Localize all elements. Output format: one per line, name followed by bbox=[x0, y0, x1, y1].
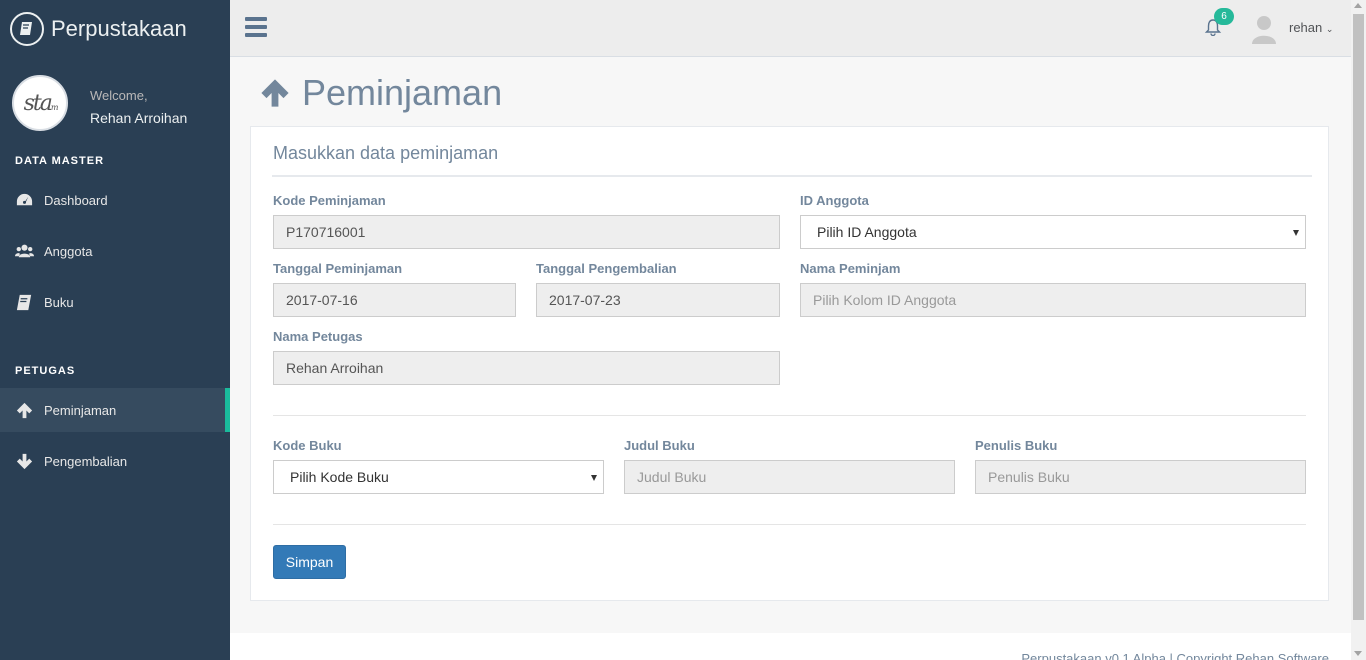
tanggal-peminjaman-field[interactable]: 2017-07-16 bbox=[273, 283, 516, 317]
chevron-down-icon: ⌄ bbox=[1325, 24, 1334, 34]
penulis-buku-field[interactable]: Penulis Buku bbox=[975, 460, 1306, 494]
sidebar-item-label: Anggota bbox=[44, 243, 93, 259]
divider bbox=[273, 524, 1306, 525]
brand[interactable]: Perpustakaan bbox=[0, 0, 230, 57]
section-title-data-master: DATA MASTER bbox=[15, 155, 105, 167]
menu-toggle-icon[interactable] bbox=[245, 17, 267, 41]
nama-petugas-field[interactable]: Rehan Arroihan bbox=[273, 351, 780, 385]
judul-buku-label: Judul Buku bbox=[624, 438, 695, 453]
tanggal-pengembalian-field[interactable]: 2017-07-23 bbox=[536, 283, 780, 317]
kode-peminjaman-label: Kode Peminjaman bbox=[273, 193, 386, 208]
page-title-text: Peminjaman bbox=[302, 72, 503, 113]
top-navbar: 6 rehan ⌄ bbox=[230, 0, 1351, 57]
page-title: Peminjaman bbox=[258, 72, 502, 114]
footer-text: Perpustakaan v0.1 Alpha | Copyright Reha… bbox=[1021, 651, 1329, 660]
caret-down-icon bbox=[1293, 230, 1299, 236]
form-panel: Masukkan data peminjaman Kode Peminjaman… bbox=[250, 126, 1329, 601]
arrow-up-icon bbox=[261, 79, 289, 107]
kode-buku-label: Kode Buku bbox=[273, 438, 342, 453]
kode-buku-select[interactable]: Pilih Kode Buku bbox=[273, 460, 604, 494]
penulis-buku-label: Penulis Buku bbox=[975, 438, 1058, 453]
scroll-down-arrow-icon[interactable] bbox=[1354, 651, 1362, 656]
sidebar-item-label: Buku bbox=[44, 294, 74, 310]
nama-peminjam-label: Nama Peminjam bbox=[800, 261, 901, 276]
scroll-up-arrow-icon[interactable] bbox=[1354, 3, 1362, 8]
book-logo-icon bbox=[10, 11, 44, 46]
kode-peminjaman-field[interactable]: P170716001 bbox=[273, 215, 780, 249]
judul-buku-field[interactable]: Judul Buku bbox=[624, 460, 955, 494]
app-title: Perpustakaan bbox=[51, 15, 187, 41]
user-fullname: Rehan Arroihan bbox=[90, 110, 188, 126]
caret-down-icon bbox=[591, 475, 597, 481]
sidebar-item-buku[interactable]: Buku bbox=[0, 280, 230, 324]
avatar: stam bbox=[12, 75, 68, 131]
divider bbox=[273, 415, 1306, 416]
section-title-petugas: PETUGAS bbox=[15, 365, 76, 377]
id-anggota-label: ID Anggota bbox=[800, 193, 869, 208]
id-anggota-selected: Pilih ID Anggota bbox=[817, 224, 917, 240]
divider bbox=[272, 175, 1312, 177]
nama-petugas-label: Nama Petugas bbox=[273, 329, 363, 344]
user-avatar-icon[interactable] bbox=[1251, 14, 1277, 44]
scrollbar[interactable] bbox=[1351, 0, 1366, 660]
id-anggota-select[interactable]: Pilih ID Anggota bbox=[800, 215, 1306, 249]
footer: Perpustakaan v0.1 Alpha | Copyright Reha… bbox=[230, 633, 1351, 660]
panel-title: Masukkan data peminjaman bbox=[273, 143, 499, 163]
kode-buku-selected: Pilih Kode Buku bbox=[290, 469, 389, 485]
sidebar-item-peminjaman[interactable]: Peminjaman bbox=[0, 388, 230, 432]
arrow-up-icon bbox=[16, 402, 33, 418]
sidebar-item-label: Peminjaman bbox=[44, 402, 117, 418]
sidebar-item-label: Dashboard bbox=[44, 192, 108, 208]
nama-peminjam-field[interactable]: Pilih Kolom ID Anggota bbox=[800, 283, 1306, 317]
profile: stam Welcome, Rehan Arroihan bbox=[0, 57, 230, 137]
sidebar-item-pengembalian[interactable]: Pengembalian bbox=[0, 439, 230, 483]
book-icon bbox=[16, 294, 32, 310]
simpan-button[interactable]: Simpan bbox=[273, 545, 346, 579]
arrow-down-icon bbox=[16, 453, 33, 469]
sidebar: Perpustakaan stam Welcome, Rehan Arroiha… bbox=[0, 0, 230, 660]
notification-badge: 6 bbox=[1214, 8, 1234, 25]
welcome-text: Welcome, bbox=[90, 88, 148, 103]
tanggal-pengembalian-label: Tanggal Pengembalian bbox=[536, 261, 677, 276]
sidebar-item-dashboard[interactable]: Dashboard bbox=[0, 178, 230, 222]
username: rehan bbox=[1289, 20, 1323, 35]
sidebar-item-label: Pengembalian bbox=[44, 453, 128, 469]
tanggal-peminjaman-label: Tanggal Peminjaman bbox=[273, 261, 403, 276]
users-icon bbox=[15, 244, 34, 257]
scroll-thumb[interactable] bbox=[1353, 14, 1364, 620]
user-menu[interactable]: rehan ⌄ bbox=[1289, 20, 1333, 35]
sidebar-item-anggota[interactable]: Anggota bbox=[0, 229, 230, 273]
dashboard-icon bbox=[16, 193, 33, 205]
